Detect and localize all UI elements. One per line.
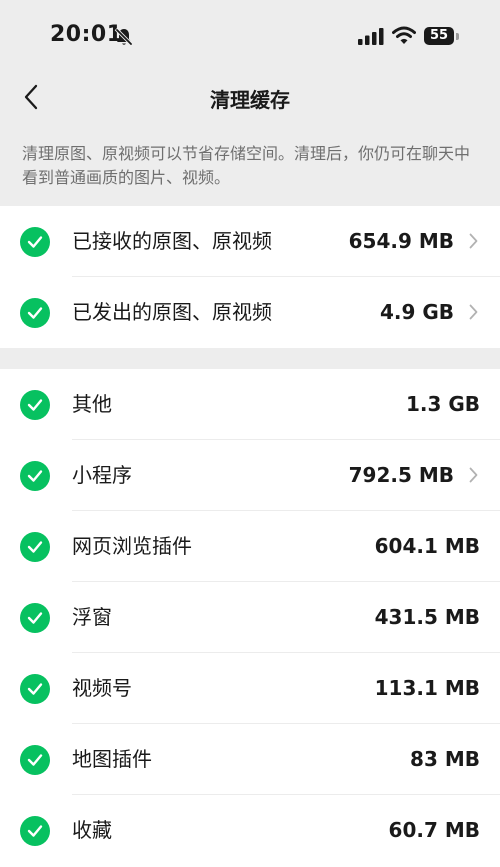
check-circle-icon[interactable] [20,532,50,562]
check-circle-icon[interactable] [20,227,50,257]
cache-item-label: 小程序 [72,463,132,487]
received-sent-group: 已接收的原图、原视频 654.9 MB 已发出的原图、原视频 4.9 GB [0,206,500,348]
chevron-right-icon[interactable] [469,233,478,253]
cache-item-size: 83 MB [410,747,480,771]
signal-icon [358,28,384,49]
cache-item-row[interactable]: 小程序 792.5 MB [0,440,500,511]
bell-slash-icon [114,27,134,51]
check-circle-icon[interactable] [20,461,50,491]
cache-categories-group: 其他 1.3 GB 小程序 792.5 MB 网页浏览插件 604.1 MB 浮窗 431.5… [0,369,500,867]
cache-item-label: 地图插件 [72,747,152,771]
wifi-icon [392,26,416,49]
cache-item-size: 60.7 MB [388,818,480,842]
cache-item-row[interactable]: 地图插件 83 MB [0,724,500,795]
status-bar: 20:01 55 [0,0,500,74]
cache-item-label: 视频号 [72,676,132,700]
cache-item-label: 浮窗 [72,605,112,629]
chevron-right-icon[interactable] [469,467,478,487]
cache-item-label: 已接收的原图、原视频 [72,229,272,253]
cache-item-size: 604.1 MB [374,534,480,558]
check-circle-icon[interactable] [20,816,50,846]
cache-item-label: 其他 [72,392,112,416]
cache-item-row[interactable]: 浮窗 431.5 MB [0,582,500,653]
cache-item-row[interactable]: 网页浏览插件 604.1 MB [0,511,500,582]
cache-item-row[interactable]: 已发出的原图、原视频 4.9 GB [0,277,500,348]
cache-item-row[interactable]: 已接收的原图、原视频 654.9 MB [0,206,500,277]
check-circle-icon[interactable] [20,390,50,420]
description-text: 清理原图、原视频可以节省存储空间。清理后，你仍可在聊天中看到普通画质的图片、视频… [22,144,471,187]
cache-item-label: 网页浏览插件 [72,534,192,558]
battery-icon: 55 [424,27,454,45]
status-time: 20:01 [50,22,123,47]
cache-item-label: 收藏 [72,818,112,842]
check-circle-icon[interactable] [20,603,50,633]
battery-tip [456,33,459,40]
nav-bar: 清理缓存 [0,74,500,124]
check-circle-icon[interactable] [20,298,50,328]
cache-item-size: 4.9 GB [379,300,454,324]
cache-item-size: 654.9 MB [348,229,454,253]
cache-item-size: 431.5 MB [374,605,480,629]
cache-item-size: 1.3 GB [405,392,480,416]
check-circle-icon[interactable] [20,745,50,775]
cache-item-row[interactable]: 视频号 113.1 MB [0,653,500,724]
cache-item-label: 已发出的原图、原视频 [72,300,272,324]
chevron-right-icon[interactable] [469,304,478,324]
cache-item-row[interactable]: 其他 1.3 GB [0,369,500,440]
cache-item-size: 113.1 MB [374,676,480,700]
check-circle-icon[interactable] [20,674,50,704]
cache-item-row[interactable]: 收藏 60.7 MB [0,795,500,866]
page-title: 清理缓存 [210,88,290,112]
cache-item-size: 792.5 MB [348,463,454,487]
